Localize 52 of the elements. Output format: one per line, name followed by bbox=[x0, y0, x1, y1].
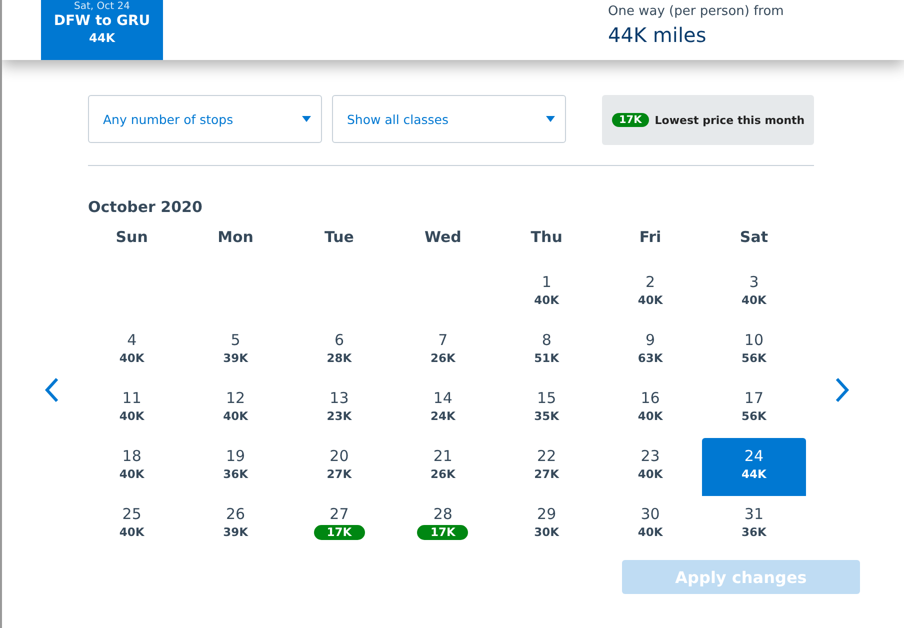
month-title: October 2020 bbox=[88, 198, 204, 216]
calendar-day[interactable]: 17 56K bbox=[702, 380, 806, 438]
calendar-day[interactable]: 24 44K bbox=[702, 438, 806, 496]
calendar-day[interactable]: 1 40K bbox=[494, 264, 598, 322]
price-pill: 17K bbox=[417, 525, 468, 540]
calendar-day[interactable]: 5 39K bbox=[184, 322, 288, 380]
filter-dropdown[interactable]: Any number of stops bbox=[88, 95, 322, 143]
price-pill: 17K bbox=[314, 525, 365, 540]
calendar-day[interactable]: 30 40K bbox=[598, 496, 702, 554]
fare-value: 44K miles bbox=[608, 23, 708, 47]
caret-icon bbox=[302, 116, 311, 122]
calendar-day[interactable]: 23 40K bbox=[598, 438, 702, 496]
calendar-day[interactable]: 19 36K bbox=[184, 438, 288, 496]
weekday-label: Fri bbox=[638, 227, 662, 248]
date-tab[interactable]: Sat, Oct 24 DFW to GRU 44K bbox=[41, 0, 163, 60]
calendar-day[interactable]: 12 40K bbox=[184, 380, 288, 438]
calendar-day[interactable]: 22 27K bbox=[494, 438, 598, 496]
weekday-label: Sat bbox=[738, 227, 770, 248]
calendar-day[interactable]: 25 40K bbox=[80, 496, 184, 554]
next-month-icon[interactable] bbox=[834, 377, 850, 403]
calendar-day[interactable]: 13 23K bbox=[287, 380, 392, 438]
calendar-day[interactable]: 8 51K bbox=[494, 322, 598, 380]
fare-label: One way (per person) from bbox=[608, 4, 784, 19]
price-pill: 17K bbox=[612, 113, 649, 127]
caret-icon bbox=[546, 116, 555, 122]
calendar-day[interactable]: 28 17K bbox=[391, 496, 495, 554]
weekday-label: Mon bbox=[216, 227, 254, 248]
calendar-day[interactable]: 29 30K bbox=[494, 496, 598, 554]
calendar-day[interactable]: 16 40K bbox=[598, 380, 702, 438]
calendar-day[interactable]: 11 40K bbox=[80, 380, 184, 438]
calendar-day[interactable]: 6 28K bbox=[287, 322, 392, 380]
calendar-day[interactable]: 9 63K bbox=[598, 322, 702, 380]
calendar-day[interactable]: 26 39K bbox=[184, 496, 288, 554]
calendar-day[interactable]: 27 17K bbox=[287, 496, 392, 554]
calendar-day[interactable]: 18 40K bbox=[80, 438, 184, 496]
calendar-day[interactable]: 4 40K bbox=[80, 322, 184, 380]
calendar-day[interactable]: 7 26K bbox=[391, 322, 495, 380]
weekday-label: Thu bbox=[530, 227, 564, 248]
calendar-day[interactable]: 3 40K bbox=[702, 264, 806, 322]
legend-text: Lowest price this month bbox=[654, 114, 805, 126]
weekday-label: Wed bbox=[423, 227, 462, 248]
filter-dropdown[interactable]: Show all classes bbox=[332, 95, 566, 143]
weekday-label: Sun bbox=[114, 227, 149, 248]
calendar-day[interactable]: 21 26K bbox=[391, 438, 495, 496]
previous-month-icon[interactable] bbox=[44, 377, 60, 403]
calendar-day[interactable]: 15 35K bbox=[494, 380, 598, 438]
calendar-day[interactable]: 2 40K bbox=[598, 264, 702, 322]
weekday-label: Tue bbox=[324, 227, 355, 248]
calendar-day[interactable]: 31 36K bbox=[702, 496, 806, 554]
calendar-day[interactable]: 10 56K bbox=[702, 322, 806, 380]
calendar-day[interactable]: 20 27K bbox=[287, 438, 392, 496]
calendar-day[interactable]: 14 24K bbox=[391, 380, 495, 438]
